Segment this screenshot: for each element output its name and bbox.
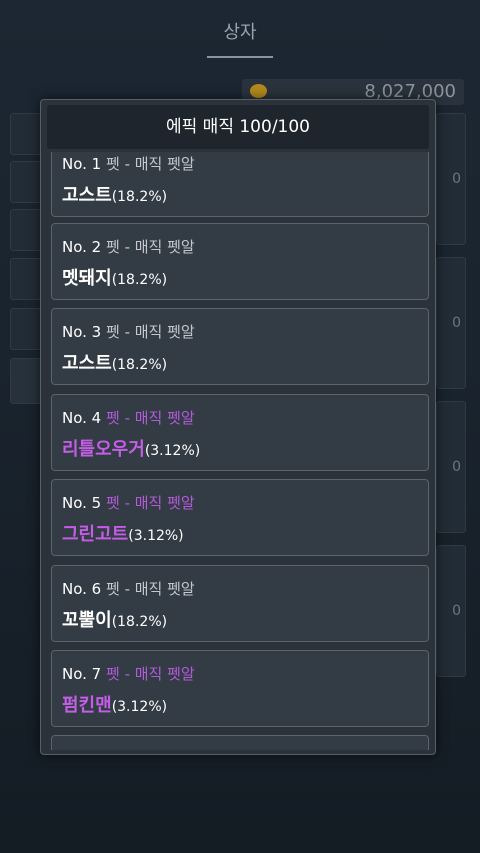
bg-right-card: 0 xyxy=(436,257,466,389)
list-item[interactable]: No. 2 펫 - 매직 펫알 멧돼지(18.2%) xyxy=(51,223,429,300)
reward-list[interactable]: No. 1 펫 - 매직 펫알 고스트(18.2%) No. 2 펫 - 매직 … xyxy=(51,152,431,750)
item-name: 고스트 xyxy=(62,185,112,206)
item-name: 꼬뿔이 xyxy=(62,610,112,631)
item-category: 펫 - 매직 펫알 xyxy=(106,665,195,683)
bg-right-card: 0 xyxy=(436,401,466,533)
item-name: 고스트 xyxy=(62,353,112,374)
item-probability: (3.12%) xyxy=(144,443,201,459)
item-category: 펫 - 매직 펫알 xyxy=(106,580,195,598)
item-number: No. 5 xyxy=(62,494,102,512)
bg-right-card: 0 xyxy=(436,113,466,245)
item-category: 펫 - 매직 펫알 xyxy=(106,323,195,341)
title-underline xyxy=(207,56,273,58)
list-item[interactable]: No. 3 펫 - 매직 펫알 고스트(18.2%) xyxy=(51,308,429,385)
screen-title: 상자 xyxy=(223,22,257,43)
list-item[interactable]: No. 7 펫 - 매직 펫알 펌킨맨(3.12%) xyxy=(51,650,429,727)
item-probability: (18.2%) xyxy=(111,189,168,205)
list-item[interactable]: No. 5 펫 - 매직 펫알 그린고트(3.12%) xyxy=(51,479,429,556)
item-number: No. 1 xyxy=(62,155,102,173)
item-number: No. 3 xyxy=(62,323,102,341)
item-probability: (18.2%) xyxy=(111,614,168,630)
list-item[interactable]: No. 6 펫 - 매직 펫알 꼬뿔이(18.2%) xyxy=(51,565,429,642)
dialog-title: 에픽 매직 100/100 xyxy=(47,105,429,149)
item-number: No. 4 xyxy=(62,409,102,427)
item-name: 펌킨맨 xyxy=(62,695,112,716)
item-name: 그린고트 xyxy=(62,524,129,545)
item-category: 펫 - 매직 펫알 xyxy=(106,494,195,512)
reward-list-dialog: 에픽 매직 100/100 No. 1 펫 - 매직 펫알 고스트(18.2%)… xyxy=(40,99,436,755)
item-category: 펫 - 매직 펫알 xyxy=(106,238,195,256)
coin-icon xyxy=(250,84,267,98)
bg-right-card: 0 xyxy=(436,545,466,677)
list-item[interactable]: No. 1 펫 - 매직 펫알 고스트(18.2%) xyxy=(51,152,429,217)
item-number: No. 6 xyxy=(62,580,102,598)
list-item-partial[interactable] xyxy=(51,735,429,750)
item-number: No. 7 xyxy=(62,665,102,683)
item-probability: (3.12%) xyxy=(111,699,168,715)
item-number: No. 2 xyxy=(62,238,102,256)
item-probability: (18.2%) xyxy=(111,357,168,373)
item-category: 펫 - 매직 펫알 xyxy=(106,155,195,173)
item-category: 펫 - 매직 펫알 xyxy=(106,409,195,427)
item-probability: (18.2%) xyxy=(111,272,168,288)
item-name: 리틀오우거 xyxy=(62,439,145,460)
list-item[interactable]: No. 4 펫 - 매직 펫알 리틀오우거(3.12%) xyxy=(51,394,429,471)
item-name: 멧돼지 xyxy=(62,268,112,289)
item-probability: (3.12%) xyxy=(128,528,184,544)
